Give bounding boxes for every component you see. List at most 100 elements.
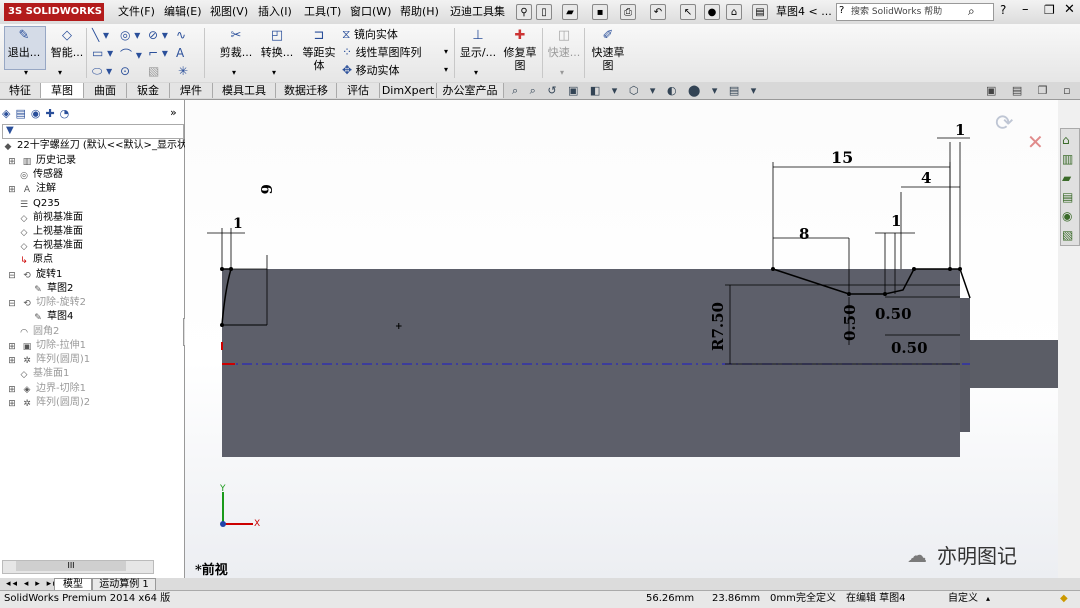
- tree-plane1[interactable]: ◇ 基准面1: [18, 367, 70, 381]
- dimension-label[interactable]: 0.50: [891, 339, 928, 357]
- rapid-sketch-button[interactable]: ✐ 快速草图: [588, 28, 628, 72]
- open-folder-icon[interactable]: ▰: [562, 4, 578, 20]
- rebuild-icon[interactable]: ⌂: [726, 4, 742, 20]
- quick-snaps-button[interactable]: ◫ 快速...: [546, 28, 582, 59]
- sketch-viewport[interactable]: + 1 15 1 4 8 1 6 R7.50 0.50 0.50 0.50 Y …: [185, 100, 1058, 578]
- menu-view[interactable]: 视图(V): [208, 4, 250, 20]
- search-icon[interactable]: ⌕: [968, 4, 975, 19]
- menu-insert[interactable]: 插入(I): [256, 4, 294, 20]
- tab-mold-tools[interactable]: 模具工具: [213, 83, 276, 98]
- traffic-light-icon[interactable]: ●: [704, 4, 720, 20]
- rebuild-status-icon[interactable]: ◆: [1060, 591, 1068, 606]
- display-dropdown-icon[interactable]: ▾: [474, 68, 478, 77]
- point-icon[interactable]: ✳: [178, 64, 188, 78]
- linear-pattern-button[interactable]: ⁘ 线性草图阵列: [342, 44, 422, 61]
- heads-up-view-toolbar[interactable]: ⌕ ⌕ ↺ ▣ ◧ ▾ ⬡ ▾ ◐ ⬤ ▾ ▤ ▾: [512, 84, 760, 97]
- close-icon[interactable]: ✕: [1064, 2, 1075, 17]
- select-arrow-icon[interactable]: ↖: [680, 4, 696, 20]
- options-icon[interactable]: ▤: [752, 4, 768, 20]
- task-pane-icons[interactable]: ⌂ ▥ ▰ ▤ ◉ ▧: [1062, 131, 1073, 245]
- tree-origin[interactable]: ↳ 原点: [18, 253, 53, 267]
- dimension-label[interactable]: 1: [233, 216, 243, 232]
- tab-data-migration[interactable]: 数据迁移: [276, 83, 337, 98]
- menu-help[interactable]: 帮助(H): [398, 4, 441, 20]
- line-icon[interactable]: ╲ ▾: [92, 28, 109, 42]
- panel-tab-icons[interactable]: ◈▤◉✚◔: [2, 106, 114, 122]
- text-icon[interactable]: A: [176, 46, 184, 60]
- tab-dimxpert[interactable]: DimXpert: [380, 83, 437, 98]
- dimension-label[interactable]: R7.50: [709, 302, 727, 351]
- dimension-label[interactable]: 15: [831, 148, 853, 167]
- cancel-sketch-icon[interactable]: ✕: [1027, 130, 1044, 154]
- tree-circular-pattern1[interactable]: ⊞ ✲ 阵列(圆周)1: [6, 353, 90, 367]
- menu-window[interactable]: 窗口(W): [348, 4, 393, 20]
- pattern-dropdown-icon[interactable]: ▾: [444, 47, 448, 56]
- tab-evaluate[interactable]: 评估: [337, 83, 380, 98]
- units-dropdown-icon[interactable]: ▴: [986, 591, 990, 606]
- panel-expand-icon[interactable]: »: [170, 106, 177, 119]
- repair-sketch-button[interactable]: ✚ 修复草图: [500, 28, 540, 72]
- convert-entities-button[interactable]: ◰ 转换...: [258, 28, 296, 59]
- circle-icon[interactable]: ◎ ▾: [120, 28, 140, 42]
- spline-icon[interactable]: ⊘ ▾: [148, 28, 168, 42]
- tab-weldments[interactable]: 焊件: [170, 83, 213, 98]
- tree-sensors[interactable]: ◎ 传感器: [18, 168, 63, 182]
- save-icon[interactable]: ▪: [592, 4, 608, 20]
- exit-sketch-button[interactable]: ✎ 退出...: [4, 28, 44, 59]
- tab-features[interactable]: 特征: [0, 83, 41, 98]
- bottom-tab-nav-icons[interactable]: ◂◂ ◂ ▸ ▸▸: [6, 578, 60, 590]
- polygon-icon[interactable]: ⊙: [120, 64, 130, 78]
- dimension-label[interactable]: 6: [257, 184, 275, 194]
- dimension-label[interactable]: 4: [921, 169, 931, 187]
- dimension-label[interactable]: 1: [955, 121, 965, 139]
- dimension-label[interactable]: 8: [799, 225, 809, 243]
- offset-entities-button[interactable]: ⊐ 等距实体: [298, 28, 340, 72]
- fillet-icon[interactable]: ⌐ ▾: [148, 46, 168, 60]
- tree-boundary-cut1[interactable]: ⊞ ◈ 边界-切除1: [6, 382, 86, 396]
- panel-scroll-thumb[interactable]: III: [16, 561, 126, 571]
- menu-edit[interactable]: 编辑(E): [162, 4, 204, 20]
- new-document-icon[interactable]: ▯: [536, 4, 552, 20]
- tree-front-plane[interactable]: ◇ 前视基准面: [18, 211, 83, 225]
- tab-sketch[interactable]: 草图: [41, 83, 84, 98]
- part-shaft[interactable]: [970, 340, 1058, 388]
- part-step[interactable]: [960, 298, 970, 432]
- menu-maidi-tools[interactable]: 迈迪工具集: [448, 4, 507, 20]
- menu-file[interactable]: 文件(F): [116, 4, 157, 20]
- exit-dropdown-icon[interactable]: ▾: [24, 68, 28, 77]
- mirror-entities-button[interactable]: ⧖ 镜向实体: [342, 26, 398, 43]
- display-relations-button[interactable]: ⊥ 显示/...: [458, 28, 498, 59]
- tab-sheet-metal[interactable]: 钣金: [127, 83, 170, 98]
- user-icon[interactable]: ?: [1000, 3, 1006, 17]
- tab-surfaces[interactable]: 曲面: [84, 83, 127, 98]
- filter-input[interactable]: [2, 124, 184, 139]
- tree-annotations[interactable]: ⊞ A 注解: [6, 182, 56, 196]
- tree-cut-revolve2[interactable]: ⊟ ⟲ 切除-旋转2: [6, 296, 86, 310]
- slot-icon[interactable]: ⬭ ▾: [92, 64, 112, 79]
- tree-history[interactable]: ⊞ ▥ 历史记录: [6, 154, 76, 168]
- restore-icon[interactable]: ❐: [1044, 3, 1055, 17]
- tree-sketch2[interactable]: ✎ 草图2: [32, 282, 73, 296]
- dimension-label[interactable]: 0.50: [841, 304, 859, 341]
- dimension-label[interactable]: 0.50: [875, 305, 912, 323]
- move-entities-button[interactable]: ✥ 移动实体: [342, 62, 400, 79]
- tree-circular-pattern2[interactable]: ⊞ ✲ 阵列(圆周)2: [6, 396, 90, 410]
- trim-button[interactable]: ✂ 剪裁...: [216, 28, 256, 59]
- trim-dropdown-icon[interactable]: ▾: [232, 68, 236, 77]
- quick-snaps-dropdown-icon[interactable]: ▾: [560, 68, 564, 77]
- minimize-icon[interactable]: –: [1022, 2, 1029, 17]
- dimension-label[interactable]: 1: [891, 212, 901, 230]
- smart-dimension-button[interactable]: ◇ 智能...: [48, 28, 86, 59]
- confirm-sketch-icon[interactable]: ⟳: [995, 111, 1013, 136]
- tree-root[interactable]: ◆ 22十字螺丝刀 (默认<<默认>_显示状态: [2, 139, 197, 153]
- tree-sketch4[interactable]: ✎ 草图4: [32, 310, 73, 324]
- curve-icon[interactable]: ∿: [176, 28, 186, 42]
- tree-right-plane[interactable]: ◇ 右视基准面: [18, 239, 83, 253]
- tree-fillet2[interactable]: ◠ 圆角2: [18, 325, 59, 339]
- arc-icon[interactable]: ⌒ ▾: [120, 46, 142, 63]
- status-units[interactable]: 自定义: [948, 591, 978, 606]
- plane-icon[interactable]: ▧: [148, 64, 159, 78]
- menu-tools[interactable]: 工具(T): [302, 4, 343, 20]
- move-dropdown-icon[interactable]: ▾: [444, 65, 448, 74]
- tree-revolve1[interactable]: ⊟ ⟲ 旋转1: [6, 268, 62, 282]
